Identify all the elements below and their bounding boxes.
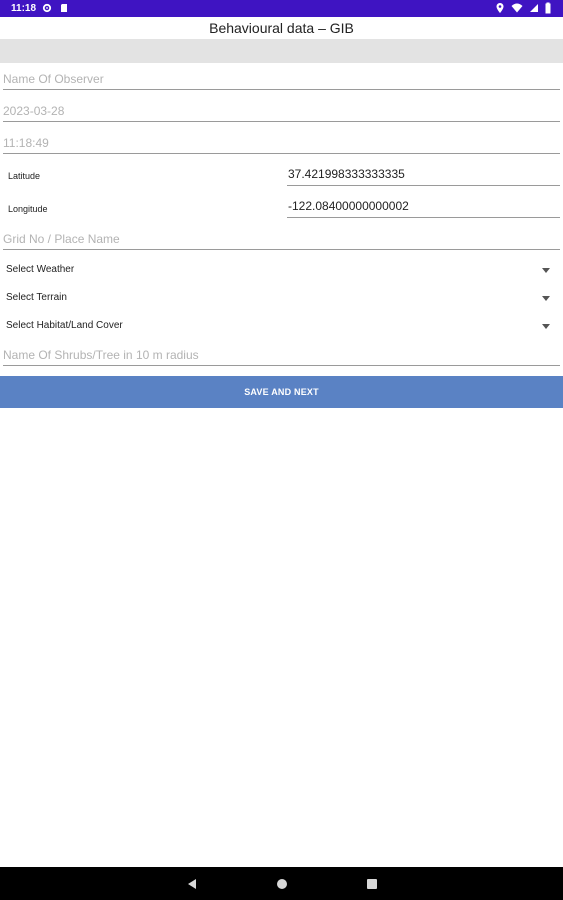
shrubs-tree-field[interactable] [3,348,560,366]
cell-signal-icon [530,4,538,12]
location-icon [496,3,504,13]
dropdown-arrow-icon[interactable] [542,296,550,301]
date-input[interactable] [3,104,560,118]
battery-icon [545,2,551,14]
home-icon[interactable] [276,878,288,890]
save-and-next-button[interactable]: SAVE AND NEXT [0,376,563,408]
date-field[interactable] [3,104,560,122]
habitat-select-value: Select Habitat/Land Cover [6,320,123,331]
terrain-select-value: Select Terrain [6,292,67,303]
dropdown-arrow-icon[interactable] [542,324,550,329]
recents-icon[interactable] [366,878,378,890]
grid-place-input[interactable] [3,232,560,246]
sd-card-icon [61,4,67,12]
shrubs-tree-input[interactable] [3,348,560,362]
time-input[interactable] [3,136,560,150]
habitat-select[interactable]: Select Habitat/Land Cover [0,315,563,339]
time-field[interactable] [3,136,560,154]
status-time: 11:18 [11,3,37,14]
observer-name-field[interactable] [3,72,560,90]
grid-place-field[interactable] [3,232,560,250]
observer-name-input[interactable] [3,72,560,86]
terrain-select[interactable]: Select Terrain [0,287,563,311]
weather-select-value: Select Weather [6,264,75,275]
header-divider-strip [0,39,563,63]
latitude-field[interactable] [287,167,560,186]
system-navigation-bar [0,867,563,900]
longitude-field[interactable] [287,199,560,218]
weather-select[interactable]: Select Weather [0,259,563,283]
longitude-input[interactable] [287,199,560,215]
app-bar: Behavioural data – GIB [0,17,563,39]
status-bar: 11:18 [0,0,563,17]
latitude-label: Latitude [8,171,41,181]
gear-icon [42,3,52,13]
dropdown-arrow-icon[interactable] [542,268,550,273]
back-icon[interactable] [186,878,198,890]
page-title: Behavioural data – GIB [209,20,354,36]
latitude-input[interactable] [287,167,560,183]
longitude-label: Longitude [8,204,48,214]
wifi-icon [511,3,523,13]
